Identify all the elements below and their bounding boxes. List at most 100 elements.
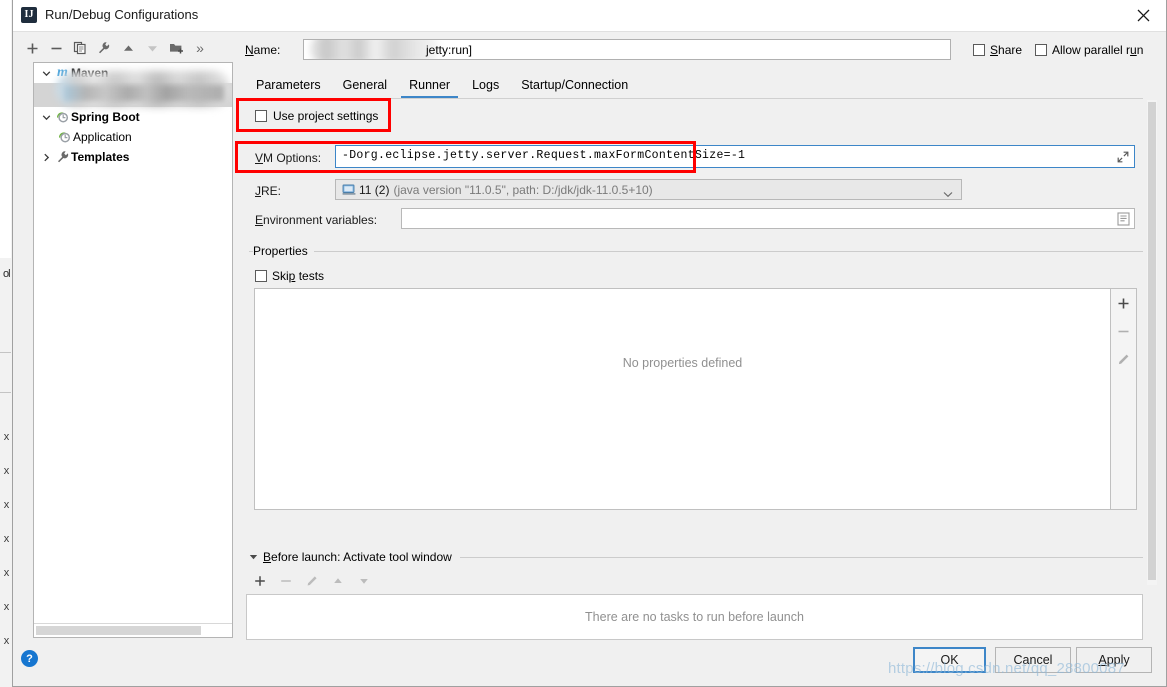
env-label-rest: nvironment variables:	[263, 213, 377, 227]
properties-list[interactable]: No properties defined	[254, 288, 1111, 510]
tree-scroll-thumb[interactable]	[36, 626, 201, 635]
allow-parallel-run-checkbox-box[interactable]	[1035, 44, 1047, 56]
jdk-icon	[342, 183, 356, 197]
tab-startup-connection[interactable]: Startup/Connection	[510, 76, 639, 95]
cancel-button[interactable]: Cancel	[995, 647, 1071, 673]
tab-logs[interactable]: Logs	[461, 76, 510, 95]
name-label: Name:	[245, 43, 280, 57]
move-task-down-button[interactable]	[353, 570, 375, 592]
jre-value-detail: (java version "11.0.5", path: D:/jdk/jdk…	[393, 183, 652, 197]
apr-pre: Allow parallel r	[1052, 43, 1130, 57]
configurations-tree[interactable]: m Maven	[33, 62, 233, 638]
settings-tabs: Parameters General Runner Logs Startup/C…	[245, 76, 639, 100]
spring-boot-icon	[56, 130, 73, 144]
vm-options-label: VM Options:	[255, 151, 321, 165]
vm-options-input[interactable]: -Dorg.eclipse.jetty.server.Request.maxFo…	[335, 145, 1135, 168]
share-label: Share	[990, 43, 1022, 57]
folder-add-icon[interactable]	[165, 37, 187, 59]
skip-post: tests	[295, 269, 324, 283]
name-input[interactable]: jetty:run]	[303, 39, 951, 60]
tree-item-templates[interactable]: Templates	[34, 147, 232, 167]
tree-item-spring-boot[interactable]: Spring Boot	[34, 107, 232, 127]
screenshot-root: ol xxxxxxx IJ Run/Debug Configurations	[0, 0, 1167, 687]
properties-side-toolbar	[1111, 288, 1137, 510]
move-task-up-button[interactable]	[327, 570, 349, 592]
skip-tests-checkbox[interactable]: Skip tests	[255, 269, 324, 283]
edit-task-button[interactable]	[301, 570, 323, 592]
name-label-mnemonic: N	[245, 43, 254, 57]
share-checkbox-box[interactable]	[973, 44, 985, 56]
jre-value-main: 11 (2)	[359, 183, 389, 197]
allow-parallel-run-checkbox[interactable]: Allow parallel run	[1035, 43, 1143, 57]
apr-post: n	[1137, 43, 1144, 57]
before-launch-title: Before launch: Activate tool window	[263, 550, 452, 564]
allow-parallel-run-label: Allow parallel run	[1052, 43, 1143, 57]
minus-icon[interactable]	[45, 37, 67, 59]
share-label-rest: hare	[998, 43, 1022, 57]
tree-item-blurred-selected[interactable]	[34, 83, 232, 107]
dialog-titlebar: IJ Run/Debug Configurations	[13, 0, 1166, 32]
skip-tests-box[interactable]	[255, 270, 267, 282]
plus-icon[interactable]	[21, 37, 43, 59]
jre-label: JRE:	[255, 184, 281, 198]
name-value-visible: jetty:run]	[426, 43, 472, 57]
chevron-down-icon[interactable]	[38, 113, 54, 122]
skip-pre: Ski	[272, 269, 289, 283]
tab-runner[interactable]: Runner	[398, 76, 461, 95]
close-icon[interactable]	[1120, 0, 1166, 31]
arrow-down-icon[interactable]	[141, 37, 163, 59]
list-browse-icon[interactable]	[1117, 212, 1130, 226]
add-task-button[interactable]	[249, 570, 271, 592]
before-launch-task-list[interactable]: There are no tasks to run before launch	[246, 594, 1143, 640]
chevron-down-icon[interactable]	[943, 187, 953, 201]
remove-property-button[interactable]	[1111, 317, 1136, 345]
properties-empty-text: No properties defined	[255, 356, 1110, 370]
apr-mnemonic: u	[1130, 43, 1137, 57]
tabs-separator	[245, 98, 1143, 99]
tree-item-application[interactable]: Application	[34, 127, 232, 147]
chevron-double-right-icon[interactable]: »	[189, 37, 211, 59]
chevron-right-icon[interactable]	[38, 153, 54, 162]
before-launch-toolbar	[249, 570, 375, 592]
tab-general[interactable]: General	[332, 76, 398, 95]
intellij-idea-icon: IJ	[21, 7, 37, 23]
vm-options-value: -Dorg.eclipse.jetty.server.Request.maxFo…	[342, 149, 745, 162]
add-property-button[interactable]	[1111, 289, 1136, 317]
env-mnemonic: E	[255, 213, 263, 227]
edit-property-button[interactable]	[1111, 345, 1136, 373]
background-editor-text: ol	[3, 268, 10, 280]
ok-button[interactable]: OK	[913, 647, 986, 673]
background-tab-labels: xxxxxxx	[1, 420, 12, 658]
triangle-down-icon[interactable]	[249, 553, 258, 561]
environment-variables-input[interactable]	[401, 208, 1135, 229]
jre-select[interactable]: 11 (2) (java version "11.0.5", path: D:/…	[335, 179, 962, 200]
properties-group-line	[249, 251, 1143, 252]
tree-item-label: Templates	[71, 150, 129, 164]
use-project-settings-checkbox[interactable]: Use project settings	[255, 109, 378, 123]
use-project-settings-label: Use project settings	[273, 109, 378, 123]
tree-horizontal-scrollbar[interactable]	[34, 623, 232, 637]
wrench-icon[interactable]	[93, 37, 115, 59]
before-launch-header[interactable]: Before launch: Activate tool window	[249, 550, 460, 564]
share-label-mnemonic: S	[990, 43, 998, 57]
use-project-settings-box[interactable]	[255, 110, 267, 122]
apply-rest: pply	[1107, 653, 1130, 667]
name-label-rest: ame:	[254, 43, 281, 57]
arrow-up-icon[interactable]	[117, 37, 139, 59]
tab-parameters[interactable]: Parameters	[245, 76, 332, 95]
copy-icon[interactable]	[69, 37, 91, 59]
before-launch-empty-text: There are no tasks to run before launch	[247, 610, 1142, 624]
help-button[interactable]: ?	[21, 650, 38, 667]
spring-boot-icon	[54, 110, 71, 124]
background-divider-2	[0, 392, 11, 393]
bl-mnemonic: B	[263, 550, 271, 564]
vm-options-label-rest: M Options:	[263, 151, 321, 165]
content-scrollbar-thumb[interactable]	[1148, 102, 1156, 580]
chevron-down-icon[interactable]	[38, 69, 54, 78]
expand-diagonal-icon[interactable]	[1117, 151, 1129, 163]
blurred-name-value	[310, 39, 440, 60]
jre-label-rest: RE:	[261, 184, 281, 198]
share-checkbox[interactable]: Share	[973, 43, 1022, 57]
remove-task-button[interactable]	[275, 570, 297, 592]
apply-button[interactable]: Apply	[1076, 647, 1152, 673]
